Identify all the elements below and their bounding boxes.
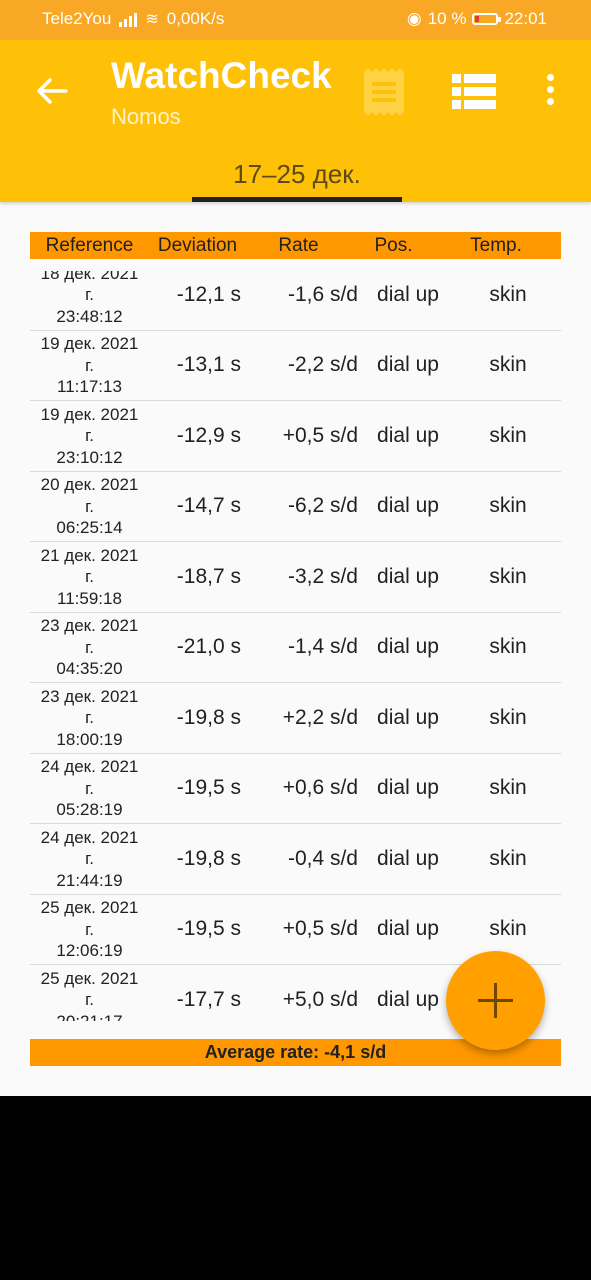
cell-reference: 19 дек. 2021 г. 11:17:13 — [40, 334, 139, 396]
cell-deviation: -19,8 s — [176, 705, 241, 729]
cell-reference: 19 дек. 2021 г. 23:10:12 — [40, 404, 139, 467]
cell-position: dial up — [377, 705, 439, 729]
cell-temperature: skin — [489, 705, 527, 729]
cell-position: dial up — [377, 987, 439, 1011]
receipt-icon[interactable] — [360, 68, 408, 121]
app-screen: Tele2You ≋ 0,00K/s ◉ 10 % 22:01 WatchChe… — [0, 0, 591, 1096]
cell-position: dial up — [377, 282, 439, 306]
cell-deviation: -19,5 s — [176, 776, 241, 800]
table-row[interactable]: 23 дек. 2021 г. 18:00:19 -19,8 s +2,2 s/… — [30, 683, 561, 754]
header-rate[interactable]: Rate — [246, 232, 351, 259]
status-bar: Tele2You ≋ 0,00K/s ◉ 10 % 22:01 — [0, 0, 591, 40]
cell-rate: +0,5 s/d — [282, 917, 358, 941]
cell-temperature: skin — [489, 846, 527, 870]
cell-rate: -2,2 s/d — [287, 353, 358, 377]
more-vert-icon[interactable] — [540, 74, 560, 108]
carrier-label: Tele2You — [42, 9, 112, 28]
cell-position: dial up — [377, 494, 439, 518]
net-speed: 0,00K/s — [166, 9, 225, 28]
cell-reference: 24 дек. 2021 г. 05:28:19 — [40, 757, 139, 819]
cell-position: dial up — [377, 353, 439, 377]
cell-position: dial up — [377, 564, 439, 588]
cell-rate: -6,2 s/d — [287, 494, 358, 518]
table-row[interactable]: 19 дек. 2021 г. 23:10:12 -12,9 s +0,5 s/… — [30, 401, 561, 472]
cell-rate: +5,0 s/d — [282, 987, 358, 1011]
table-row[interactable]: 19 дек. 2021 г. 11:17:13 -13,1 s -2,2 s/… — [30, 331, 561, 401]
cell-deviation: -19,5 s — [176, 917, 241, 941]
cell-rate: -3,2 s/d — [287, 564, 358, 588]
wifi-icon: ≋ — [145, 11, 159, 28]
cell-deviation: -12,1 s — [176, 282, 241, 306]
cell-deviation: -13,1 s — [176, 353, 241, 377]
add-measurement-button[interactable] — [446, 951, 545, 1050]
cell-reference: 24 дек. 2021 г. 21:44:19 — [40, 827, 139, 890]
eye-comfort-icon: ◉ — [406, 9, 422, 28]
cell-position: dial up — [377, 635, 439, 659]
cell-temperature: skin — [489, 423, 527, 447]
cell-deviation: -17,7 s — [176, 987, 241, 1011]
table-row[interactable]: 18 дек. 2021 г. 23:48:12 -12,1 s -1,6 s/… — [30, 271, 561, 331]
tab-indicator — [192, 197, 402, 202]
cell-position: dial up — [377, 423, 439, 447]
cell-temperature: skin — [489, 917, 527, 941]
header-temperature[interactable]: Temp. — [436, 232, 556, 259]
cell-deviation: -19,8 s — [176, 846, 241, 870]
table-row[interactable]: 20 дек. 2021 г. 06:25:14 -14,7 s -6,2 s/… — [30, 472, 561, 542]
cell-position: dial up — [377, 776, 439, 800]
cell-deviation: -12,9 s — [176, 423, 241, 447]
cell-temperature: skin — [489, 635, 527, 659]
measurement-list[interactable]: 18 дек. 2021 г. 23:48:12 -12,1 s -1,6 s/… — [30, 271, 561, 1021]
app-subtitle: Nomos — [111, 104, 181, 129]
cell-rate: -1,4 s/d — [287, 635, 358, 659]
clock: 22:01 — [504, 9, 547, 28]
cell-temperature: skin — [489, 494, 527, 518]
cell-rate: +0,5 s/d — [282, 423, 358, 447]
cell-reference: 21 дек. 2021 г. 11:59:18 — [40, 545, 139, 608]
table-row[interactable]: 24 дек. 2021 г. 05:28:19 -19,5 s +0,6 s/… — [30, 754, 561, 824]
back-arrow-icon[interactable] — [34, 73, 70, 109]
cell-temperature: skin — [489, 776, 527, 800]
app-title: WatchCheck — [111, 55, 332, 96]
table-row[interactable]: 23 дек. 2021 г. 04:35:20 -21,0 s -1,4 s/… — [30, 613, 561, 683]
tab-date-range[interactable]: 17–25 дек. — [192, 143, 402, 202]
battery-icon — [472, 13, 502, 25]
cell-rate: -1,6 s/d — [287, 282, 358, 306]
list-view-icon[interactable] — [452, 74, 496, 115]
tab-label: 17–25 дек. — [233, 159, 361, 189]
cell-deviation: -18,7 s — [176, 564, 241, 588]
battery-percent: 10 % — [427, 9, 467, 28]
cell-reference: 20 дек. 2021 г. 06:25:14 — [40, 475, 139, 537]
tab-strip: 17–25 дек. — [0, 143, 591, 202]
cell-reference: 18 дек. 2021 г. 23:48:12 — [40, 271, 139, 326]
cell-rate: +2,2 s/d — [282, 705, 358, 729]
cell-reference: 23 дек. 2021 г. 04:35:20 — [40, 616, 139, 678]
header-reference[interactable]: Reference — [30, 232, 149, 259]
signal-icon — [119, 11, 138, 27]
cell-reference: 23 дек. 2021 г. 18:00:19 — [40, 686, 139, 749]
cell-temperature: skin — [489, 282, 527, 306]
table-row[interactable]: 24 дек. 2021 г. 21:44:19 -19,8 s -0,4 s/… — [30, 824, 561, 895]
cell-reference: 25 дек. 2021 г. 20:21:17 — [40, 968, 139, 1022]
app-bar: WatchCheck Nomos — [0, 40, 591, 143]
cell-deviation: -21,0 s — [176, 635, 241, 659]
cell-reference: 25 дек. 2021 г. 12:06:19 — [40, 898, 139, 960]
cell-temperature: skin — [489, 564, 527, 588]
cell-position: dial up — [377, 846, 439, 870]
cell-rate: +0,6 s/d — [282, 776, 358, 800]
header-deviation[interactable]: Deviation — [149, 232, 246, 259]
table-row[interactable]: 21 дек. 2021 г. 11:59:18 -18,7 s -3,2 s/… — [30, 542, 561, 613]
header-position[interactable]: Pos. — [351, 232, 436, 259]
cell-deviation: -14,7 s — [176, 494, 241, 518]
cell-temperature: skin — [489, 353, 527, 377]
cell-position: dial up — [377, 917, 439, 941]
cell-rate: -0,4 s/d — [287, 846, 358, 870]
table-header: Reference Deviation Rate Pos. Temp. — [30, 232, 561, 259]
